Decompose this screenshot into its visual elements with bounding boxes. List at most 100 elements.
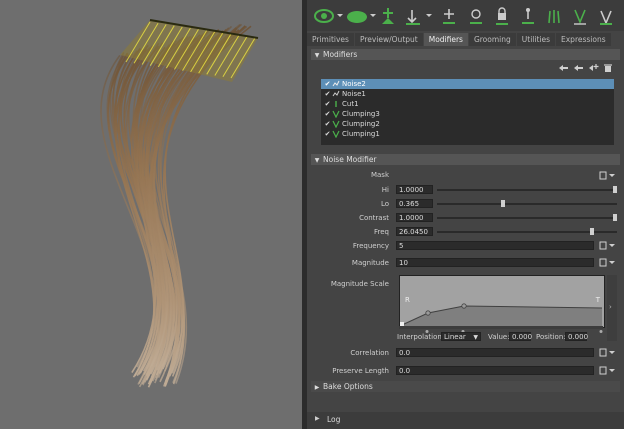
list-item[interactable]: ✔ Noise2 — [321, 79, 614, 89]
list-item[interactable]: ✔ Clumping1 — [321, 129, 614, 139]
preserve-length-label: Preserve Length — [332, 367, 389, 375]
collapse-arrow-icon: ▼ — [314, 157, 320, 164]
select-guide-button[interactable] — [467, 4, 485, 28]
map-menu-icon[interactable] — [599, 258, 615, 267]
plus-guide-icon — [443, 9, 455, 24]
check-icon[interactable]: ✔ — [323, 119, 332, 129]
tab-grooming[interactable]: Grooming — [468, 33, 516, 46]
hi-field[interactable]: 1.0000 — [396, 185, 433, 194]
tab-utilities[interactable]: Utilities — [516, 33, 555, 46]
modifier-action-icons — [557, 63, 614, 73]
contrast-field[interactable]: 1.0000 — [396, 213, 433, 222]
tab-primitives[interactable]: Primitives — [307, 33, 354, 46]
lo-slider-handle[interactable] — [501, 200, 506, 207]
check-icon[interactable]: ✔ — [323, 109, 332, 119]
move-up-icon[interactable] — [557, 63, 569, 73]
tab-modifiers[interactable]: Modifiers — [423, 33, 468, 46]
lo-slider[interactable] — [437, 203, 617, 205]
interpolation-select[interactable]: Linear ▼ — [441, 332, 481, 341]
pin-guide-button[interactable] — [519, 4, 537, 28]
interpolation-label: Interpolation: — [397, 333, 445, 341]
curve-point[interactable] — [425, 310, 431, 316]
frequency-field[interactable]: 5 — [396, 241, 594, 250]
hi-slider[interactable] — [437, 189, 617, 191]
3d-viewport[interactable] — [0, 0, 302, 429]
chevron-down-icon: ▼ — [473, 334, 478, 341]
check-icon[interactable]: ✔ — [323, 129, 332, 139]
add-guides-icon — [382, 8, 394, 24]
preserve-length-field[interactable]: 0.0 — [396, 366, 594, 375]
position-field[interactable]: 0.000 — [565, 332, 588, 341]
contrast-slider-handle[interactable] — [613, 214, 617, 221]
expand-arrow-icon: ▶ — [314, 384, 320, 391]
comb-tool-button[interactable] — [402, 4, 434, 28]
collapse-arrow-icon: ▼ — [314, 52, 320, 59]
check-icon[interactable]: ✔ — [323, 89, 332, 99]
chevron-right-icon: › — [609, 303, 612, 311]
paint-blob-icon — [347, 11, 376, 23]
spread-guides-button[interactable] — [597, 4, 615, 28]
modifier-name: Clumping3 — [342, 110, 380, 118]
hi-slider-handle[interactable] — [613, 186, 617, 193]
modifier-list: ✔ Noise2 ✔ Noise1 ✔ Cut1 ✔ Clumping3 ✔ C… — [321, 79, 614, 145]
move-down-icon[interactable] — [572, 63, 584, 73]
correlation-label: Correlation — [350, 349, 389, 357]
list-item[interactable]: ✔ Noise1 — [321, 89, 614, 99]
map-menu-icon[interactable] — [599, 348, 615, 357]
eye-icon — [314, 9, 343, 23]
check-icon[interactable]: ✔ — [323, 79, 332, 89]
lock-icon — [496, 7, 508, 25]
noise-modifier-icon — [332, 90, 340, 98]
tab-expressions[interactable]: Expressions — [556, 33, 611, 46]
noise-modifier-icon — [332, 80, 340, 88]
modifier-name: Cut1 — [342, 100, 359, 108]
list-item[interactable]: ✔ Cut1 — [321, 99, 614, 109]
magnitude-scale-curve-editor[interactable]: R T — [399, 275, 605, 328]
list-item[interactable]: ✔ Clumping3 — [321, 109, 614, 119]
freq-slider-handle[interactable] — [590, 228, 595, 235]
paint-tool-button[interactable] — [345, 4, 377, 28]
tab-preview-output[interactable]: Preview/Output — [354, 33, 423, 46]
expand-arrow-icon: ▶ — [315, 415, 320, 422]
contrast-slider[interactable] — [437, 217, 617, 219]
freq-field[interactable]: 26.0450 — [396, 227, 433, 236]
lo-field[interactable]: 0.365 — [396, 199, 433, 208]
correlation-field[interactable]: 0.0 — [396, 348, 594, 357]
list-item[interactable]: ✔ Clumping2 — [321, 119, 614, 129]
magnitude-label: Magnitude — [351, 259, 389, 267]
bake-options-title: Bake Options — [323, 382, 373, 391]
map-menu-icon[interactable] — [599, 241, 615, 250]
bake-options-section-header[interactable]: ▶ Bake Options — [311, 381, 620, 392]
map-menu-icon[interactable] — [599, 171, 615, 180]
grass-icon — [548, 10, 560, 24]
noise-modifier-section-header[interactable]: ▼ Noise Modifier — [311, 154, 620, 165]
modifiers-section-header[interactable]: ▼ Modifiers — [311, 49, 620, 60]
clump-icon — [574, 9, 586, 25]
log-bar[interactable]: ▶ Log — [307, 412, 624, 429]
mask-label: Mask — [370, 171, 389, 179]
magnitude-field[interactable]: 10 — [396, 258, 594, 267]
curve-expand-strip[interactable]: › — [607, 275, 617, 341]
plus-guide-button[interactable] — [440, 4, 458, 28]
modifier-name: Noise1 — [342, 90, 366, 98]
log-title: Log — [327, 415, 341, 424]
add-guides-button[interactable] — [379, 4, 397, 28]
map-menu-icon[interactable] — [599, 366, 615, 375]
check-icon[interactable]: ✔ — [323, 99, 332, 109]
grass-guides-button[interactable] — [545, 4, 563, 28]
modifiers-section-title: Modifiers — [323, 50, 358, 59]
toolbar — [307, 0, 624, 31]
position-label: Position: — [536, 333, 566, 341]
delete-modifier-icon[interactable] — [602, 63, 614, 73]
lock-guide-button[interactable] — [493, 4, 511, 28]
clump-guides-button[interactable] — [571, 4, 589, 28]
freq-label: Freq — [374, 228, 389, 236]
clump-modifier-icon — [332, 130, 340, 138]
eye-tool-button[interactable] — [313, 4, 343, 28]
add-modifier-icon[interactable] — [587, 63, 599, 73]
curve-point[interactable] — [461, 303, 467, 309]
modifier-name: Clumping2 — [342, 120, 380, 128]
curve-position-bar[interactable] — [399, 326, 603, 333]
value-field[interactable]: 0.000 — [509, 332, 532, 341]
tab-bar: Primitives Preview/Output Modifiers Groo… — [307, 33, 624, 46]
